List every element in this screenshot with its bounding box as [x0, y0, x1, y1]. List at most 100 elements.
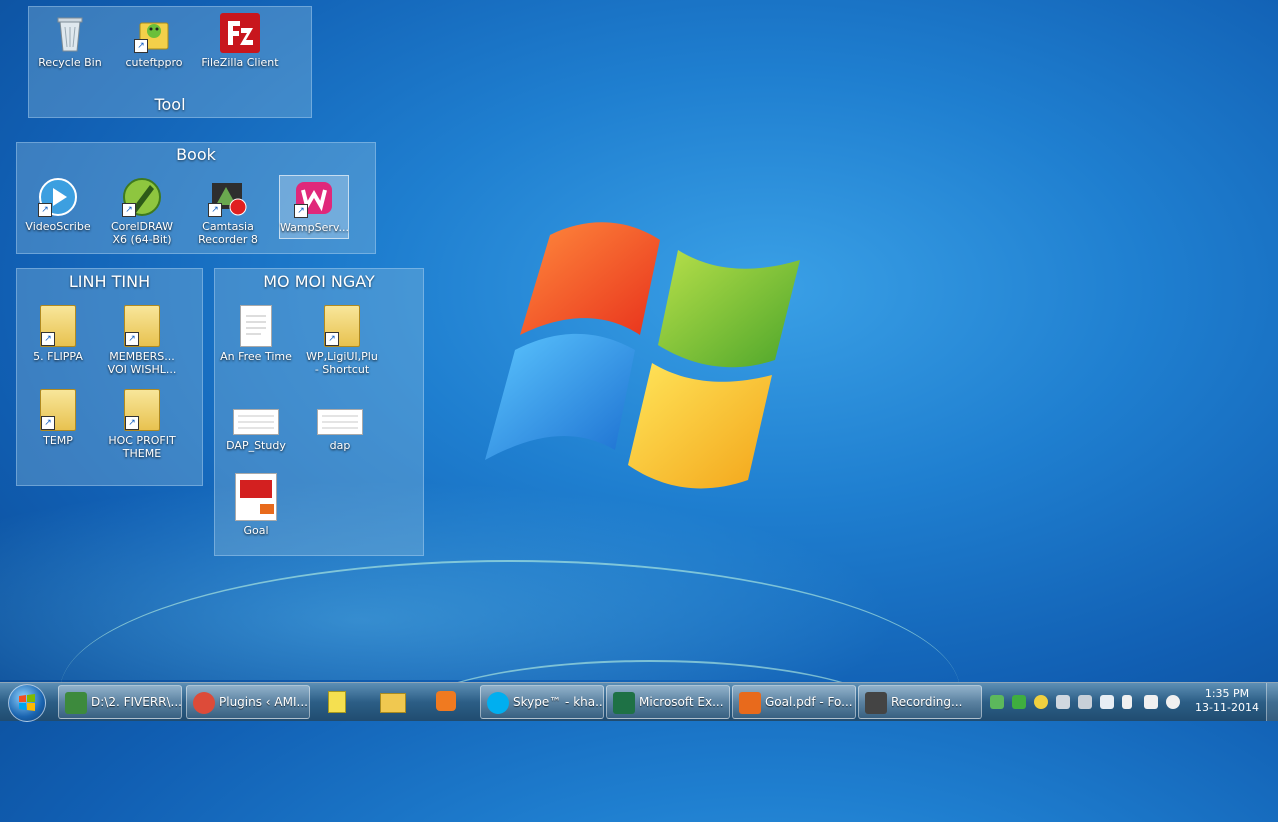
clock-date: 13-11-2014	[1195, 701, 1259, 714]
icon-label: TEMP	[43, 434, 73, 447]
desktop-icon-dap[interactable]: dap	[301, 409, 379, 452]
media-player-icon	[436, 691, 456, 711]
folder-icon: ↗	[40, 389, 76, 431]
desktop-icon-goal[interactable]: Goal	[217, 473, 295, 537]
icon-label: 5. FLIPPA	[33, 350, 83, 363]
tray-smiley-icon[interactable]	[1034, 695, 1048, 709]
camtasia-recording-icon	[865, 691, 887, 714]
task-label: Skype™ - kha...	[513, 695, 604, 709]
excel-icon	[613, 691, 635, 714]
text-document-icon	[240, 305, 272, 347]
shortcut-arrow-icon: ↗	[122, 203, 136, 217]
file-explorer-icon	[380, 693, 406, 713]
shortcut-arrow-icon: ↗	[325, 332, 339, 346]
desktop-icon-temp[interactable]: ↗ TEMP	[19, 389, 97, 447]
pinned-sticky-notes[interactable]	[316, 685, 356, 717]
icon-label: cuteftppro	[125, 56, 183, 69]
tray-window-icon[interactable]	[1100, 695, 1114, 709]
folder-icon: ↗	[40, 305, 76, 347]
icon-label: VideoScribe	[25, 220, 91, 233]
tray-check-icon[interactable]	[1012, 695, 1026, 709]
show-desktop-button[interactable]	[1266, 683, 1278, 721]
tray-flag-icon[interactable]	[1078, 695, 1092, 709]
desktop-icon-an-free-time[interactable]: An Free Time	[217, 305, 295, 363]
shortcut-arrow-icon: ↗	[125, 332, 139, 346]
logo-blue-pane	[485, 333, 635, 460]
folder-icon: ↗	[324, 305, 360, 347]
coreldraw-icon: ↗	[122, 177, 162, 217]
clock[interactable]: 1:35 PM 13-11-2014	[1192, 687, 1262, 715]
desktop-icon-hoc-profit-theme[interactable]: ↗ HOC PROFIT THEME	[103, 389, 181, 460]
pinned-file-explorer[interactable]	[372, 685, 412, 717]
chrome-icon	[193, 691, 215, 714]
spreadsheet-icon	[317, 409, 363, 435]
folder-icon: ↗	[124, 305, 160, 347]
desktop-icon-coreldraw[interactable]: ↗ CorelDRAW X6 (64-Bit)	[103, 177, 181, 246]
icon-label: CorelDRAW X6 (64-Bit)	[111, 220, 173, 246]
fence-title: LINH TINH	[68, 272, 151, 291]
task-label: Goal.pdf - Fo...	[765, 695, 853, 709]
icon-label: HOC PROFIT THEME	[108, 434, 176, 460]
task-label: D:\2. FIVERR\...	[91, 695, 182, 709]
icon-label: Camtasia Recorder 8	[198, 220, 258, 246]
desktop-icon-members[interactable]: ↗ MEMBERS... VOI WISHL...	[103, 305, 181, 376]
desktop-icon-dap-study[interactable]: DAP_Study	[217, 409, 295, 452]
task-label: Recording...	[891, 695, 963, 709]
task-skype[interactable]: Skype™ - kha...	[480, 685, 604, 719]
logo-green-pane	[658, 250, 800, 368]
task-explorer[interactable]: D:\2. FIVERR\...	[58, 685, 182, 719]
desktop-icon-filezilla[interactable]: FileZilla Client	[201, 13, 279, 69]
spreadsheet-icon	[233, 409, 279, 435]
windows-logo	[485, 222, 800, 489]
desktop-icon-recycle-bin[interactable]: Recycle Bin	[31, 13, 109, 69]
start-button[interactable]	[8, 684, 46, 722]
icon-label: WampServ...	[280, 221, 350, 234]
videoscribe-icon: ↗	[38, 177, 78, 217]
explorer-icon	[65, 691, 87, 714]
logo-red-pane	[520, 222, 660, 335]
fence-mo-moi-ngay[interactable]: MO MOI NGAY An Free Time ↗ WP,LigiUI,Plu…	[214, 268, 424, 556]
shortcut-arrow-icon: ↗	[125, 416, 139, 430]
desktop-icon-cuteftppro[interactable]: ↗ cuteftppro	[115, 13, 193, 69]
sticky-notes-icon	[328, 691, 346, 713]
shortcut-arrow-icon: ↗	[38, 203, 52, 217]
desktop-icon-wp-ligiui[interactable]: ↗ WP,LigiUI,Plu - Shortcut	[303, 305, 381, 376]
icon-label: WP,LigiUI,Plu - Shortcut	[306, 350, 378, 376]
clock-time: 1:35 PM	[1204, 687, 1250, 700]
icon-label: dap	[329, 439, 351, 452]
task-excel[interactable]: Microsoft Ex...	[606, 685, 730, 719]
tray-monitor-icon[interactable]	[1056, 695, 1070, 709]
icon-label: Recycle Bin	[38, 56, 102, 69]
fence-book[interactable]: Book ↗ VideoScribe ↗ CorelDRAW X6 (64-Bi…	[16, 142, 376, 254]
fence-title: MO MOI NGAY	[263, 272, 375, 291]
desktop-icon-camtasia-recorder[interactable]: ↗ Camtasia Recorder 8	[189, 177, 267, 246]
tray-signal-icon[interactable]	[1144, 695, 1158, 709]
folder-icon: ↗	[124, 389, 160, 431]
desktop-icon-wampserver[interactable]: ↗ WampServ...	[279, 175, 349, 239]
recycle-bin-icon	[50, 13, 90, 53]
fence-linh-tinh[interactable]: LINH TINH ↗ 5. FLIPPA ↗ MEMBERS... VOI W…	[16, 268, 203, 486]
tray-network-green-icon[interactable]	[990, 695, 1004, 709]
task-chrome[interactable]: Plugins ‹ AMI...	[186, 685, 310, 719]
icon-label: FileZilla Client	[201, 56, 279, 69]
skype-icon	[487, 691, 509, 714]
icon-label: MEMBERS... VOI WISHL...	[107, 350, 177, 376]
task-camtasia-recording[interactable]: Recording...	[858, 685, 982, 719]
desktop-icon-flippa[interactable]: ↗ 5. FLIPPA	[19, 305, 97, 363]
tray-volume-icon[interactable]	[1166, 695, 1180, 709]
logo-yellow-pane	[628, 363, 772, 489]
fence-title: Tool	[154, 95, 186, 114]
task-foxit-pdf[interactable]: Goal.pdf - Fo...	[732, 685, 856, 719]
shortcut-arrow-icon: ↗	[41, 332, 55, 346]
wampserver-icon: ↗	[294, 178, 334, 218]
filezilla-icon	[220, 13, 260, 53]
icon-label: DAP_Study	[226, 439, 286, 452]
shortcut-arrow-icon: ↗	[41, 416, 55, 430]
taskbar: D:\2. FIVERR\... Plugins ‹ AMI... Skype™…	[0, 682, 1278, 722]
pinned-media-player[interactable]	[426, 685, 466, 717]
tray-battery-icon[interactable]	[1122, 695, 1132, 709]
fence-tool[interactable]: Recycle Bin ↗ cuteftppro FileZilla Clien…	[28, 6, 312, 118]
desktop-icon-videoscribe[interactable]: ↗ VideoScribe	[19, 177, 97, 233]
foxit-pdf-icon	[739, 691, 761, 714]
shortcut-arrow-icon: ↗	[294, 204, 308, 218]
